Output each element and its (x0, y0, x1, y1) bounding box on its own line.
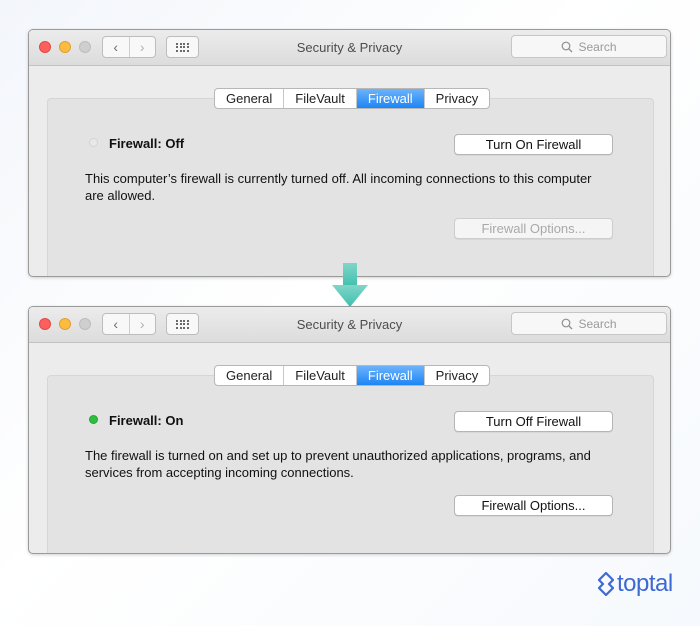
firewall-description: The firewall is turned on and set up to … (85, 448, 591, 480)
down-arrow-icon (332, 263, 368, 307)
turn-off-firewall-button[interactable]: Turn Off Firewall (454, 411, 613, 432)
tab-firewall[interactable]: Firewall (356, 366, 425, 385)
search-icon (562, 318, 573, 329)
tab-filevault[interactable]: FileVault (284, 366, 357, 385)
search-placeholder: Search (578, 39, 617, 54)
tab-bar: General FileVault Firewall Privacy (214, 365, 491, 386)
security-privacy-window-off: ‹ › Security & Privacy Search General Fi… (28, 29, 671, 277)
firewall-description: This computer’s firewall is currently tu… (85, 171, 592, 203)
tab-general[interactable]: General (215, 89, 285, 108)
status-indicator-on (89, 415, 98, 424)
firewall-options-button[interactable]: Firewall Options... (454, 495, 613, 516)
tab-bar: General FileVault Firewall Privacy (214, 88, 491, 109)
tab-privacy[interactable]: Privacy (425, 89, 490, 108)
security-privacy-window-on: ‹ › Security & Privacy Search General Fi… (28, 306, 671, 554)
toptal-logo-icon (598, 572, 614, 596)
search-placeholder: Search (578, 316, 617, 331)
titlebar: ‹ › Security & Privacy Search (29, 307, 670, 343)
logo-text: toptal (617, 570, 673, 597)
status-indicator-off (89, 138, 98, 147)
tab-privacy[interactable]: Privacy (425, 366, 490, 385)
search-icon (562, 41, 573, 52)
search-input[interactable]: Search (511, 35, 667, 58)
tab-filevault[interactable]: FileVault (284, 89, 357, 108)
titlebar: ‹ › Security & Privacy Search (29, 30, 670, 66)
toptal-logo: toptal (598, 570, 673, 598)
firewall-status-label: Firewall: Off (109, 136, 185, 151)
search-input[interactable]: Search (511, 312, 667, 335)
firewall-options-button: Firewall Options... (454, 218, 613, 239)
turn-on-firewall-button[interactable]: Turn On Firewall (454, 134, 613, 155)
firewall-status-label: Firewall: On (109, 413, 184, 428)
tab-general[interactable]: General (215, 366, 285, 385)
tab-firewall[interactable]: Firewall (356, 89, 425, 108)
